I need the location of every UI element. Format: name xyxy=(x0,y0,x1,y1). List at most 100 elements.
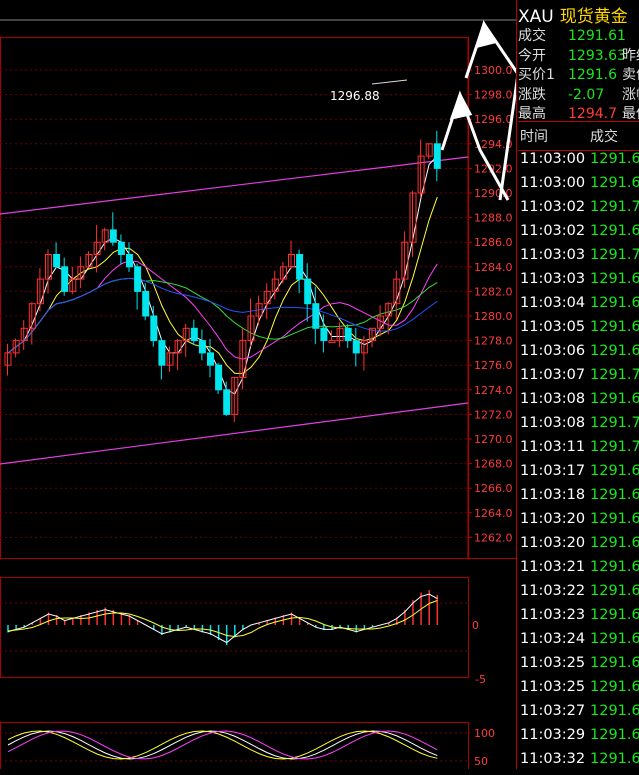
tick-row[interactable]: 11:03:02 1291.6 xyxy=(520,223,639,247)
tick-row[interactable]: 11:03:07 1291.7 xyxy=(520,367,639,391)
tick-list-header: 时间 成交 xyxy=(518,121,639,151)
high-annotation-label: 1296.88 xyxy=(330,89,380,103)
price-axis-label: 1282.0 xyxy=(474,285,513,298)
quote-row: 涨跌 -2.07 涨幅 xyxy=(518,84,639,105)
tick-price: 1291.7 xyxy=(590,367,639,383)
tick-header-price: 成交 xyxy=(590,129,618,145)
kdj-axis-100: 100 xyxy=(474,727,495,740)
candle-body xyxy=(223,389,231,415)
tick-price: 1291.6 xyxy=(590,511,639,527)
price-axis-label: 1266.0 xyxy=(474,482,513,495)
candlestick-chart[interactable]: 1300.01298.01296.01294.01292.01290.01288… xyxy=(0,0,516,769)
tick-row[interactable]: 11:03:20 1291.6 xyxy=(520,511,639,535)
tick-row[interactable]: 11:03:25 1291.6 xyxy=(520,655,639,679)
price-axis: 1300.01298.01296.01294.01292.01290.01288… xyxy=(467,37,513,558)
quote-value: 1291.6 xyxy=(568,67,617,83)
candle-body xyxy=(215,364,223,391)
tick-row[interactable]: 11:03:17 1291.6 xyxy=(520,463,639,487)
tick-row[interactable]: 11:03:11 1291.7 xyxy=(520,439,639,463)
trend-line-upper[interactable] xyxy=(0,156,469,215)
tick-row[interactable]: 11:03:03 1291.7 xyxy=(520,247,639,271)
tick-time: 11:03:32 xyxy=(520,751,586,767)
quote-label-secondary: 昨结 xyxy=(622,47,639,64)
tick-row[interactable]: 11:03:08 1291.6 xyxy=(520,391,639,415)
tick-time: 11:03:02 xyxy=(520,223,586,239)
tick-row[interactable]: 11:03:21 1291.6 xyxy=(520,559,639,583)
kdj-panel-frame xyxy=(0,722,469,769)
tick-time: 11:03:05 xyxy=(520,319,586,335)
tick-row[interactable]: 11:03:18 1291.6 xyxy=(520,487,639,511)
tick-row[interactable]: 11:03:32 1291.6 xyxy=(520,751,639,775)
tick-row[interactable]: 11:03:22 1291.6 xyxy=(520,583,639,607)
tick-row[interactable]: 11:03:03 1291.6 xyxy=(520,271,639,295)
tick-row[interactable]: 11:03:20 1291.6 xyxy=(520,535,639,559)
tick-time: 11:03:02 xyxy=(520,199,586,215)
quote-value: 1293.63 xyxy=(568,47,626,64)
tick-row[interactable]: 11:03:04 1291.6 xyxy=(520,295,639,319)
macd-axis-zero: 0 xyxy=(472,619,479,632)
candle-body xyxy=(53,254,61,268)
tick-price: 1291.6 xyxy=(590,655,639,671)
tick-row[interactable]: 11:03:00 1291.6 xyxy=(520,151,639,175)
tick-row[interactable]: 11:03:08 1291.7 xyxy=(520,415,639,439)
tick-time: 11:03:20 xyxy=(520,535,586,551)
quote-value: 1294.7 xyxy=(568,106,617,122)
tick-row[interactable]: 11:03:27 1291.6 xyxy=(520,703,639,727)
tick-price: 1291.6 xyxy=(590,463,639,479)
tick-time: 11:03:25 xyxy=(520,655,586,671)
tick-time: 11:03:23 xyxy=(520,607,586,623)
tick-row[interactable]: 11:03:29 1291.6 xyxy=(520,727,639,751)
tick-price: 1291.6 xyxy=(590,271,639,287)
tick-row[interactable]: 11:03:24 1291.6 xyxy=(520,631,639,655)
tick-row[interactable]: 11:03:05 1291.6 xyxy=(520,319,639,343)
tick-time: 11:03:24 xyxy=(520,631,586,647)
tick-row[interactable]: 11:03:06 1291.6 xyxy=(520,343,639,367)
price-axis-label: 1278.0 xyxy=(474,335,513,348)
price-axis-label: 1262.0 xyxy=(474,531,513,544)
tick-time: 11:03:08 xyxy=(520,391,586,407)
candle-body xyxy=(190,327,198,342)
quote-row: 今开 1293.63昨结 xyxy=(518,45,639,66)
tick-time: 11:03:17 xyxy=(520,463,586,479)
price-axis-label: 1270.0 xyxy=(474,433,513,446)
tick-time: 11:03:20 xyxy=(520,511,586,527)
tick-price: 1291.6 xyxy=(590,487,639,503)
price-axis-label: 1296.0 xyxy=(474,113,513,126)
macd-axis-minus5: -5 xyxy=(475,673,486,686)
price-axis-label: 1288.0 xyxy=(474,212,513,225)
price-axis-label: 1272.0 xyxy=(474,408,513,421)
price-axis-label: 1264.0 xyxy=(474,507,513,520)
tick-price: 1291.7 xyxy=(590,247,639,263)
candle-body xyxy=(142,290,150,317)
tick-price: 1291.6 xyxy=(590,583,639,599)
tick-price: 1291.6 xyxy=(590,607,639,623)
macd-indicator xyxy=(7,590,439,645)
tick-price: 1291.6 xyxy=(590,223,639,239)
tick-time: 11:03:27 xyxy=(520,703,586,719)
price-axis-label: 1298.0 xyxy=(474,89,513,102)
quote-label-secondary: 卖价 xyxy=(622,67,639,83)
main-chart-frame xyxy=(0,37,469,559)
tick-time: 11:03:25 xyxy=(520,679,586,695)
tick-price: 1291.6 xyxy=(590,535,639,551)
quote-row: 买价1 1291.6 卖价 xyxy=(518,64,639,85)
tick-time: 11:03:18 xyxy=(520,487,586,503)
tick-time: 11:03:29 xyxy=(520,727,586,743)
tick-price: 1291.6 xyxy=(590,175,639,191)
tick-time: 11:03:00 xyxy=(520,151,586,167)
quote-label: 成交 xyxy=(518,28,546,44)
tick-time: 11:03:22 xyxy=(520,583,586,599)
tick-row[interactable]: 11:03:23 1291.6 xyxy=(520,607,639,631)
candle-body xyxy=(150,315,158,342)
quote-label: 买价1 xyxy=(518,67,555,83)
tick-time: 11:03:03 xyxy=(520,247,586,263)
quote-label: 今开 xyxy=(518,47,546,64)
tick-row[interactable]: 11:03:25 1291.6 xyxy=(520,679,639,703)
candle-body xyxy=(198,340,206,354)
candle-body xyxy=(61,266,69,292)
tick-row[interactable]: 11:03:00 1291.6 xyxy=(520,175,639,199)
tick-price: 1291.6 xyxy=(590,751,639,767)
tick-price: 1291.6 xyxy=(590,727,639,743)
candle-body xyxy=(117,241,125,255)
tick-row[interactable]: 11:03:02 1291.7 xyxy=(520,199,639,223)
